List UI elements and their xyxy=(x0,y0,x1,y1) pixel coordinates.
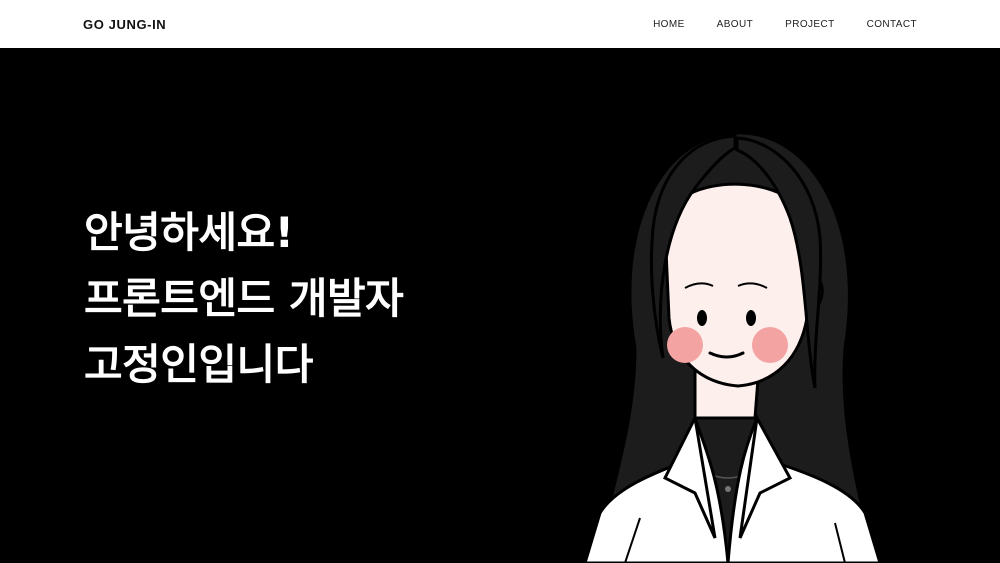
hero-section: 안녕하세요! 프론트엔드 개발자 고정인입니다 xyxy=(0,48,1000,563)
hero-greeting-line: 안녕하세요! xyxy=(84,208,294,257)
nav-links: HOME ABOUT PROJECT CONTACT xyxy=(653,19,917,30)
nav-project-link[interactable]: PROJECT xyxy=(785,19,834,30)
hero-role-line: 프론트엔드 개발자 xyxy=(84,274,404,323)
left-eye xyxy=(697,310,707,326)
nav-home-link[interactable]: HOME xyxy=(653,19,685,30)
character-portrait-illustration xyxy=(583,131,882,563)
nav-about-link[interactable]: ABOUT xyxy=(717,19,753,30)
nav-contact-link[interactable]: CONTACT xyxy=(867,19,917,30)
necklace-pendant xyxy=(725,486,731,492)
hero-heading: 안녕하세요! 프론트엔드 개발자 고정인입니다 xyxy=(84,200,404,398)
left-blush xyxy=(667,327,703,363)
right-eye xyxy=(746,310,756,326)
right-blush xyxy=(752,327,788,363)
page: GO JUNG-IN HOME ABOUT PROJECT CONTACT 안녕… xyxy=(0,0,1000,563)
hero-name-line: 고정인입니다 xyxy=(84,340,313,389)
top-navbar: GO JUNG-IN HOME ABOUT PROJECT CONTACT xyxy=(0,0,1000,48)
brand-logo[interactable]: GO JUNG-IN xyxy=(83,17,166,32)
